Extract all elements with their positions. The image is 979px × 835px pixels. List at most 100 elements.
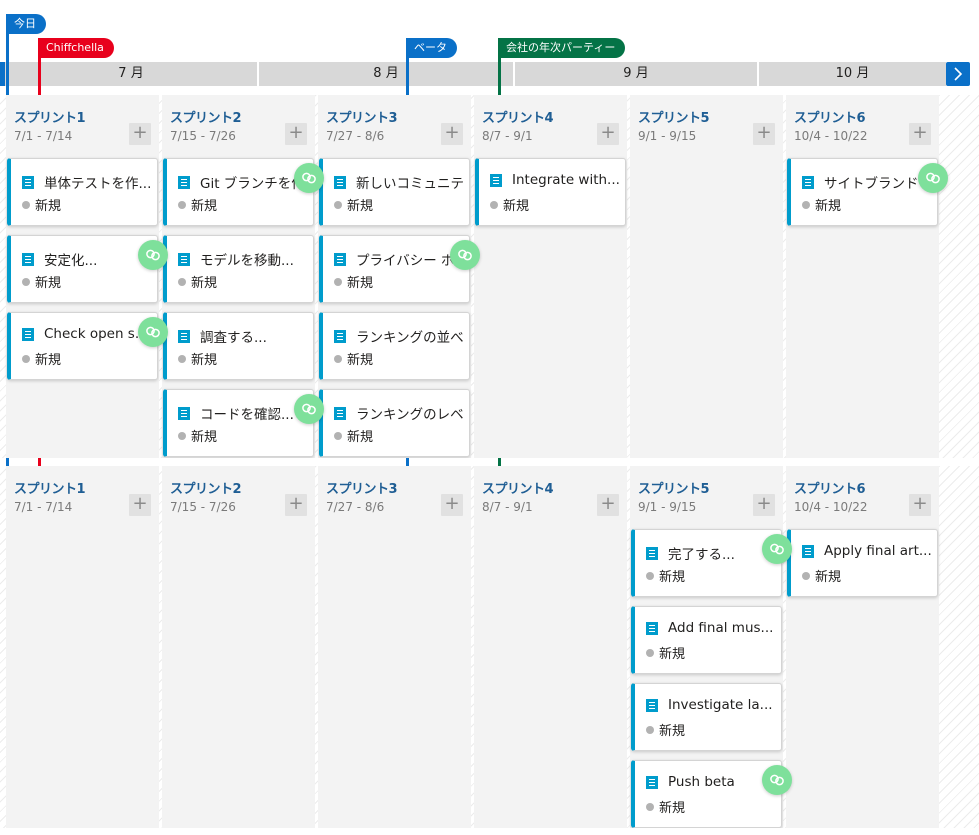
dependency-link-badge[interactable] xyxy=(294,394,324,424)
work-item-card[interactable]: Integrate with... 新規 xyxy=(475,158,626,226)
sprint-column: スプリント4 8/7 - 9/1 + xyxy=(474,466,627,828)
sprint-header: スプリント1 7/1 - 7/14 + xyxy=(14,478,151,518)
work-item-card[interactable]: モデルを移動... 新規 xyxy=(163,235,314,303)
add-item-button[interactable]: + xyxy=(129,494,151,516)
sprint-header: スプリント3 7/27 - 8/6 + xyxy=(326,107,463,147)
card-title[interactable]: 単体テストを作... xyxy=(44,172,151,192)
add-item-button[interactable]: + xyxy=(285,123,307,145)
work-item-card[interactable]: サイトブランドを... 新規 xyxy=(787,158,938,226)
state-label: 新規 xyxy=(347,199,374,214)
card-title[interactable]: プライバシー ポリ xyxy=(356,249,463,269)
state-dot-icon xyxy=(334,200,342,209)
card-state: 新規 xyxy=(802,566,841,585)
sprint-column: スプリント6 10/4 - 10/22 + Apply final art... 新規 xyxy=(786,466,939,828)
state-dot-icon xyxy=(22,354,30,363)
state-dot-icon xyxy=(178,431,186,440)
dependency-link-badge[interactable] xyxy=(138,240,168,270)
state-label: 新規 xyxy=(659,570,686,585)
dependency-link-badge[interactable] xyxy=(138,317,168,347)
user-story-icon xyxy=(22,252,34,266)
work-item-card[interactable]: 単体テストを作... 新規 xyxy=(7,158,158,226)
beta-marker[interactable]: ベータ xyxy=(406,38,457,58)
card-title[interactable]: 完了する... xyxy=(668,543,735,563)
dependency-link-badge[interactable] xyxy=(294,163,324,193)
card-title[interactable]: 新しいコミュニテ... xyxy=(356,172,463,192)
card-state: 新規 xyxy=(178,349,217,368)
user-story-icon xyxy=(646,698,658,712)
card-title[interactable]: 安定化... xyxy=(44,249,97,269)
add-item-button[interactable]: + xyxy=(129,123,151,145)
work-item-card[interactable]: Git ブランチを作... 新規 xyxy=(163,158,314,226)
link-icon xyxy=(770,543,784,555)
add-item-button[interactable]: + xyxy=(753,123,775,145)
sprint-header: スプリント6 10/4 - 10/22 + xyxy=(794,478,931,518)
dependency-link-badge[interactable] xyxy=(450,240,480,270)
chiffchella-marker[interactable]: Chiffchella xyxy=(38,38,114,58)
today-marker[interactable]: 今日 xyxy=(6,14,46,34)
add-item-button[interactable]: + xyxy=(441,123,463,145)
add-item-button[interactable]: + xyxy=(597,494,619,516)
add-item-button[interactable]: + xyxy=(441,494,463,516)
add-item-button[interactable]: + xyxy=(753,494,775,516)
card-title[interactable]: Check open s... xyxy=(44,326,148,342)
next-period-button[interactable] xyxy=(946,62,970,86)
state-dot-icon xyxy=(334,431,342,440)
card-title[interactable]: モデルを移動... xyxy=(200,249,294,269)
state-dot-icon xyxy=(646,725,654,734)
work-item-card[interactable]: Add final mus... 新規 xyxy=(631,606,782,674)
work-item-card[interactable]: 安定化... 新規 xyxy=(7,235,158,303)
work-item-card[interactable]: 完了する... 新規 xyxy=(631,529,782,597)
sprint-column: スプリント2 7/15 - 7/26 + xyxy=(162,466,315,828)
sprint-column: スプリント37/27 - 8/6+新しいコミュニテ...新規プライバシー ポリ新… xyxy=(318,95,480,458)
work-item-card[interactable]: コードを確認... 新規 xyxy=(163,389,314,457)
company-party-marker[interactable]: 会社の年次パーティー xyxy=(498,38,626,58)
card-title[interactable]: Apply final art... xyxy=(824,543,931,559)
work-item-card[interactable]: ランキングのレベル フ新規 xyxy=(319,389,470,457)
add-item-button[interactable]: + xyxy=(909,494,931,516)
work-item-card[interactable]: Apply final art... 新規 xyxy=(787,529,938,597)
card-title[interactable]: Investigate la... xyxy=(668,697,773,713)
sprint-header: スプリント4 8/7 - 9/1 + xyxy=(482,478,619,518)
dependency-link-badge[interactable] xyxy=(762,765,792,795)
user-story-icon xyxy=(646,546,658,560)
card-state: 新規 xyxy=(334,426,373,445)
state-label: 新規 xyxy=(347,276,374,291)
state-label: 新規 xyxy=(347,353,374,368)
user-story-icon xyxy=(490,173,502,187)
sprint-header: スプリント1 7/1 - 7/14 + xyxy=(14,107,151,147)
add-item-button[interactable]: + xyxy=(285,494,307,516)
dependency-link-badge[interactable] xyxy=(918,163,948,193)
work-item-card[interactable]: Check open s... 新規 xyxy=(7,312,158,380)
card-title-row: 安定化... xyxy=(22,249,151,269)
state-dot-icon xyxy=(178,354,186,363)
card-title-row: ランキングの並べ xyxy=(334,326,463,346)
work-item-card[interactable]: Push beta 新規 xyxy=(631,760,782,828)
dependency-link-badge[interactable] xyxy=(762,534,792,564)
sprint-column: スプリント5 9/1 - 9/15 + xyxy=(630,95,783,458)
card-title[interactable]: サイトブランドを... xyxy=(824,172,931,192)
state-label: 新規 xyxy=(347,430,374,445)
work-item-card[interactable]: 新しいコミュニテ... 新規 xyxy=(319,158,470,226)
card-title-row: Git ブランチを作... xyxy=(178,172,307,192)
work-item-card[interactable]: ランキングの並べ新規 xyxy=(319,312,470,380)
card-title[interactable]: Add final mus... xyxy=(668,620,773,636)
card-title[interactable]: ランキングの並べ xyxy=(356,326,463,346)
card-title[interactable]: Push beta xyxy=(668,774,735,790)
card-title[interactable]: 調査する... xyxy=(200,326,267,346)
card-state: 新規 xyxy=(22,272,61,291)
card-title[interactable]: Integrate with... xyxy=(512,172,619,188)
card-title[interactable]: ランキングのレベル フ xyxy=(356,403,463,423)
work-item-card[interactable]: プライバシー ポリ新規 xyxy=(319,235,470,303)
link-icon xyxy=(302,403,316,415)
work-item-card[interactable]: 調査する... 新規 xyxy=(163,312,314,380)
card-title[interactable]: Git ブランチを作... xyxy=(200,172,307,192)
add-item-button[interactable]: + xyxy=(909,123,931,145)
sprint-header: スプリント4 8/7 - 9/1 + xyxy=(482,107,619,147)
work-item-card[interactable]: Investigate la... 新規 xyxy=(631,683,782,751)
link-icon xyxy=(458,249,472,261)
card-title-row: Check open s... xyxy=(22,326,151,342)
card-title[interactable]: コードを確認... xyxy=(200,403,294,423)
add-item-button[interactable]: + xyxy=(597,123,619,145)
sprint-column: スプリント3 7/27 - 8/6 + xyxy=(318,466,471,828)
month-header: 7 月 8 月 9 月 10 月 xyxy=(0,62,979,86)
